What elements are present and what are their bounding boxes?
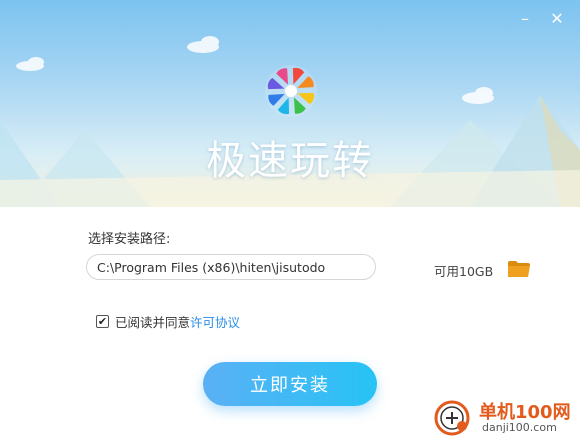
close-button[interactable]: ✕ — [546, 8, 568, 30]
minimize-button[interactable]: – — [514, 8, 536, 30]
license-link[interactable]: 许可协议 — [190, 312, 240, 331]
install-path-input[interactable] — [86, 254, 376, 280]
folder-icon[interactable] — [507, 260, 531, 278]
app-logo-icon — [265, 65, 317, 117]
watermark-logo-icon — [434, 400, 470, 436]
header-banner: – ✕ 极速玩转 — [0, 0, 580, 207]
free-space-text: 可用10GB — [434, 264, 494, 279]
install-path-label: 选择安装路径: — [88, 232, 171, 247]
app-title: 极速玩转 — [206, 138, 374, 184]
watermark-url: danji100.com — [482, 421, 557, 434]
logo-center — [285, 85, 297, 97]
watermark: 单机100网 danji100.com — [430, 396, 580, 440]
install-button[interactable]: 立即安装 — [203, 362, 377, 406]
agreement-checkbox[interactable]: ✔ — [96, 314, 109, 328]
agreement-row: ✔ 已阅读并同意 许可协议 — [96, 312, 240, 331]
agreement-text: 已阅读并同意 — [115, 314, 191, 330]
